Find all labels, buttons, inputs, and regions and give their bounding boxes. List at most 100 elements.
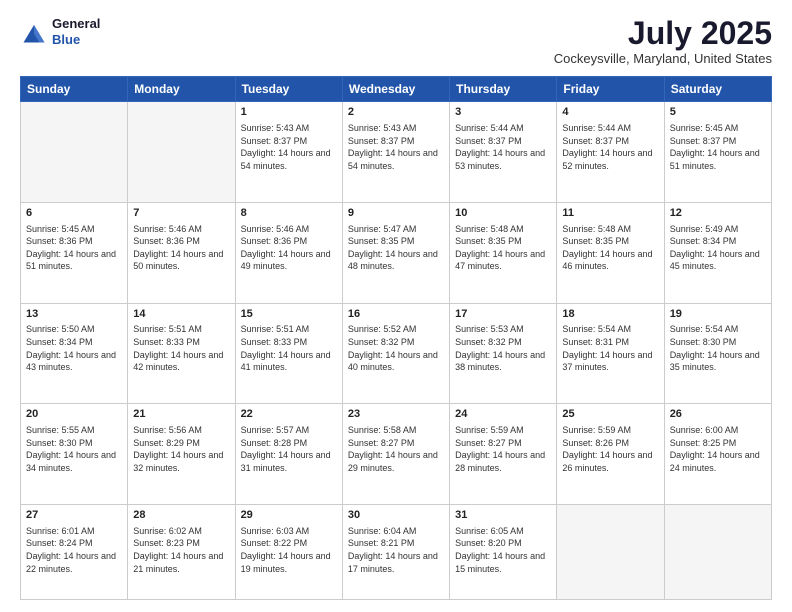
day-cell: 24 Sunrise: 5:59 AM Sunset: 8:27 PM Dayli… [450, 404, 557, 505]
day-cell: 9Sunrise: 5:47 AM Sunset: 8:35 PM Daylig… [342, 202, 449, 303]
weekday-friday: Friday [557, 77, 664, 102]
day-cell: 20Sunrise: 5:55 AM Sunset: 8:30 PM Dayli… [21, 404, 128, 505]
day-number: 15 [241, 307, 337, 322]
day-number: 31 [455, 508, 551, 523]
day-cell: 21Sunrise: 5:56 AM Sunset: 8:29 PM Dayli… [128, 404, 235, 505]
day-cell: 13Sunrise: 5:50 AM Sunset: 8:34 PM Dayli… [21, 303, 128, 404]
logo-text: General Blue [52, 16, 100, 47]
day-info: Sunrise: 6:04 AM Sunset: 8:21 PM Dayligh… [348, 525, 444, 575]
header: General Blue July 2025 Cockeysville, Mar… [20, 16, 772, 66]
weekday-saturday: Saturday [664, 77, 771, 102]
day-cell: 14Sunrise: 5:51 AM Sunset: 8:33 PM Dayli… [128, 303, 235, 404]
day-info: Sunrise: 5:48 AM Sunset: 8:35 PM Dayligh… [562, 223, 658, 273]
week-row-3: 13Sunrise: 5:50 AM Sunset: 8:34 PM Dayli… [21, 303, 772, 404]
week-row-2: 6 Sunrise: 5:45 AM Sunset: 8:36 PM Daylig… [21, 202, 772, 303]
week-row-5: 27 Sunrise: 6:01 AM Sunset: 8:24 PM Dayli… [21, 504, 772, 599]
day-info: Sunrise: 5:44 AM Sunset: 8:37 PM Dayligh… [455, 122, 551, 172]
weekday-thursday: Thursday [450, 77, 557, 102]
day-info: Sunrise: 6:03 AM Sunset: 8:22 PM Dayligh… [241, 525, 337, 575]
day-info: Sunrise: 5:59 AM Sunset: 8:26 PM Dayligh… [562, 424, 658, 474]
day-info: Sunrise: 5:45 AM Sunset: 8:37 PM Dayligh… [670, 122, 766, 172]
day-cell [21, 102, 128, 203]
day-cell: 17Sunrise: 5:53 AM Sunset: 8:32 PM Dayli… [450, 303, 557, 404]
day-info: Sunrise: 5:44 AM Sunset: 8:37 PM Dayligh… [562, 122, 658, 172]
day-info: Sunrise: 6:02 AM Sunset: 8:23 PM Dayligh… [133, 525, 229, 575]
day-number: 16 [348, 307, 444, 322]
day-cell [128, 102, 235, 203]
month-year: July 2025 [554, 16, 772, 51]
day-number: 9 [348, 206, 444, 221]
day-number: 14 [133, 307, 229, 322]
weekday-sunday: Sunday [21, 77, 128, 102]
day-number: 28 [133, 508, 229, 523]
day-number: 17 [455, 307, 551, 322]
page: General Blue July 2025 Cockeysville, Mar… [0, 0, 792, 612]
day-cell: 7Sunrise: 5:46 AM Sunset: 8:36 PM Daylig… [128, 202, 235, 303]
day-number: 8 [241, 206, 337, 221]
day-info: Sunrise: 5:51 AM Sunset: 8:33 PM Dayligh… [133, 323, 229, 373]
day-info: Sunrise: 6:00 AM Sunset: 8:25 PM Dayligh… [670, 424, 766, 474]
day-number: 5 [670, 105, 766, 120]
day-info: Sunrise: 5:48 AM Sunset: 8:35 PM Dayligh… [455, 223, 551, 273]
day-number: 2 [348, 105, 444, 120]
day-info: Sunrise: 5:54 AM Sunset: 8:31 PM Dayligh… [562, 323, 658, 373]
day-number: 3 [455, 105, 551, 120]
day-cell: 22Sunrise: 5:57 AM Sunset: 8:28 PM Dayli… [235, 404, 342, 505]
day-cell: 25Sunrise: 5:59 AM Sunset: 8:26 PM Dayli… [557, 404, 664, 505]
week-row-4: 20Sunrise: 5:55 AM Sunset: 8:30 PM Dayli… [21, 404, 772, 505]
day-number: 1 [241, 105, 337, 120]
day-info: Sunrise: 5:46 AM Sunset: 8:36 PM Dayligh… [241, 223, 337, 273]
day-cell: 10Sunrise: 5:48 AM Sunset: 8:35 PM Dayli… [450, 202, 557, 303]
day-info: Sunrise: 5:46 AM Sunset: 8:36 PM Dayligh… [133, 223, 229, 273]
day-cell: 5 Sunrise: 5:45 AM Sunset: 8:37 PM Daylig… [664, 102, 771, 203]
day-cell: 4Sunrise: 5:44 AM Sunset: 8:37 PM Daylig… [557, 102, 664, 203]
day-number: 30 [348, 508, 444, 523]
logo: General Blue [20, 16, 100, 47]
day-info: Sunrise: 5:45 AM Sunset: 8:36 PM Dayligh… [26, 223, 122, 273]
day-number: 27 [26, 508, 122, 523]
day-info: Sunrise: 6:05 AM Sunset: 8:20 PM Dayligh… [455, 525, 551, 575]
day-info: Sunrise: 5:43 AM Sunset: 8:37 PM Dayligh… [348, 122, 444, 172]
weekday-wednesday: Wednesday [342, 77, 449, 102]
day-info: Sunrise: 5:58 AM Sunset: 8:27 PM Dayligh… [348, 424, 444, 474]
day-number: 29 [241, 508, 337, 523]
day-cell: 1Sunrise: 5:43 AM Sunset: 8:37 PM Daylig… [235, 102, 342, 203]
day-cell: 29 Sunrise: 6:03 AM Sunset: 8:22 PM Dayli… [235, 504, 342, 599]
day-number: 22 [241, 407, 337, 422]
day-cell: 15Sunrise: 5:51 AM Sunset: 8:33 PM Dayli… [235, 303, 342, 404]
day-cell: 18Sunrise: 5:54 AM Sunset: 8:31 PM Dayli… [557, 303, 664, 404]
day-number: 18 [562, 307, 658, 322]
location: Cockeysville, Maryland, United States [554, 51, 772, 66]
day-info: Sunrise: 5:50 AM Sunset: 8:34 PM Dayligh… [26, 323, 122, 373]
day-cell: 2 Sunrise: 5:43 AM Sunset: 8:37 PM Daylig… [342, 102, 449, 203]
day-number: 20 [26, 407, 122, 422]
day-info: Sunrise: 5:51 AM Sunset: 8:33 PM Dayligh… [241, 323, 337, 373]
title-block: July 2025 Cockeysville, Maryland, United… [554, 16, 772, 66]
day-cell: 16Sunrise: 5:52 AM Sunset: 8:32 PM Dayli… [342, 303, 449, 404]
day-info: Sunrise: 5:59 AM Sunset: 8:27 PM Dayligh… [455, 424, 551, 474]
day-number: 24 [455, 407, 551, 422]
day-number: 6 [26, 206, 122, 221]
day-info: Sunrise: 6:01 AM Sunset: 8:24 PM Dayligh… [26, 525, 122, 575]
day-cell: 30 Sunrise: 6:04 AM Sunset: 8:21 PM Dayli… [342, 504, 449, 599]
day-info: Sunrise: 5:53 AM Sunset: 8:32 PM Dayligh… [455, 323, 551, 373]
day-cell: 19Sunrise: 5:54 AM Sunset: 8:30 PM Dayli… [664, 303, 771, 404]
weekday-monday: Monday [128, 77, 235, 102]
calendar: SundayMondayTuesdayWednesdayThursdayFrid… [20, 76, 772, 600]
day-cell: 31 Sunrise: 6:05 AM Sunset: 8:20 PM Dayli… [450, 504, 557, 599]
logo-general: General [52, 16, 100, 32]
day-info: Sunrise: 5:52 AM Sunset: 8:32 PM Dayligh… [348, 323, 444, 373]
logo-icon [20, 18, 48, 46]
day-number: 19 [670, 307, 766, 322]
day-cell [664, 504, 771, 599]
day-info: Sunrise: 5:54 AM Sunset: 8:30 PM Dayligh… [670, 323, 766, 373]
calendar-header: SundayMondayTuesdayWednesdayThursdayFrid… [21, 77, 772, 102]
weekday-row: SundayMondayTuesdayWednesdayThursdayFrid… [21, 77, 772, 102]
day-cell: 27 Sunrise: 6:01 AM Sunset: 8:24 PM Dayli… [21, 504, 128, 599]
day-cell: 12Sunrise: 5:49 AM Sunset: 8:34 PM Dayli… [664, 202, 771, 303]
calendar-body: 1 Sunrise: 5:43 AM Sunset: 8:37 PM Daylig… [21, 102, 772, 600]
week-row-1: 1 Sunrise: 5:43 AM Sunset: 8:37 PM Daylig… [21, 102, 772, 203]
day-info: Sunrise: 5:49 AM Sunset: 8:34 PM Dayligh… [670, 223, 766, 273]
day-cell: 3 Sunrise: 5:44 AM Sunset: 8:37 PM Daylig… [450, 102, 557, 203]
day-cell: 8 Sunrise: 5:46 AM Sunset: 8:36 PM Daylig… [235, 202, 342, 303]
